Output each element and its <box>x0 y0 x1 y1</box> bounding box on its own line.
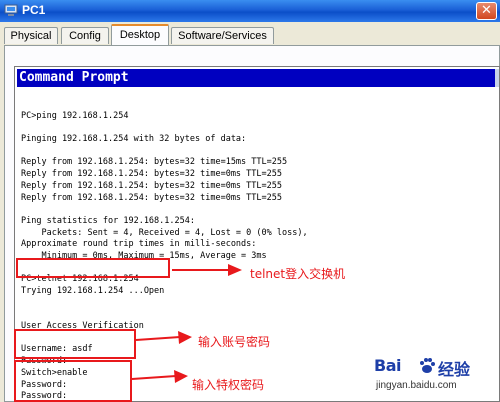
annotation-privilege: 输入特权密码 <box>192 378 265 392</box>
watermark-brand: Bai <box>374 356 401 375</box>
close-icon: ✕ <box>481 3 492 18</box>
terminal-line: Approximate round trip times in milli-se… <box>21 239 257 250</box>
telnet-highlight-box <box>16 258 170 278</box>
tab-config[interactable]: Config <box>61 27 109 44</box>
privilege-highlight-box <box>14 360 132 402</box>
tab-software-services[interactable]: Software/Services <box>171 27 274 44</box>
pc-app-icon <box>4 4 18 16</box>
terminal-line: Ping statistics for 192.168.1.254: <box>21 215 195 226</box>
tab-physical[interactable]: Physical <box>4 27 58 44</box>
annotation-arrow <box>172 264 242 276</box>
terminal-line: Reply from 192.168.1.254: bytes=32 time=… <box>21 192 282 203</box>
annotation-telnet: telnet登入交换机 <box>250 267 346 281</box>
close-button[interactable]: ✕ <box>476 2 497 20</box>
terminal-line: PC>ping 192.168.1.254 <box>21 110 129 121</box>
paw-icon <box>420 358 435 373</box>
terminal-line: Packets: Sent = 4, Received = 4, Lost = … <box>21 227 308 238</box>
annotation-arrow <box>131 370 188 383</box>
watermark-brand-suffix: 经验 <box>438 360 471 379</box>
annotation-arrow <box>135 331 192 344</box>
scrollbar[interactable] <box>495 69 499 87</box>
baidu-watermark: Bai 经验 jingyan.baidu.com <box>374 356 492 400</box>
tab-desktop[interactable]: Desktop <box>111 24 169 45</box>
credentials-highlight-box <box>14 329 136 359</box>
watermark-url: jingyan.baidu.com <box>376 380 457 391</box>
terminal-line: Reply from 192.168.1.254: bytes=32 time=… <box>21 169 282 180</box>
terminal-line: Trying 192.168.1.254 ...Open <box>21 286 165 296</box>
terminal-line: Reply from 192.168.1.254: bytes=32 time=… <box>21 157 288 168</box>
command-prompt-title: Command Prompt <box>17 69 499 87</box>
window-title: PC1 <box>22 3 46 17</box>
window-titlebar[interactable]: PC1 ✕ <box>0 0 500 22</box>
terminal-line: Pinging 192.168.1.254 with 32 bytes of d… <box>21 134 247 145</box>
tab-bar: Physical Config Desktop Software/Service… <box>0 22 500 46</box>
terminal-line: Reply from 192.168.1.254: bytes=32 time=… <box>21 180 282 191</box>
annotation-account: 输入账号密码 <box>198 335 271 349</box>
